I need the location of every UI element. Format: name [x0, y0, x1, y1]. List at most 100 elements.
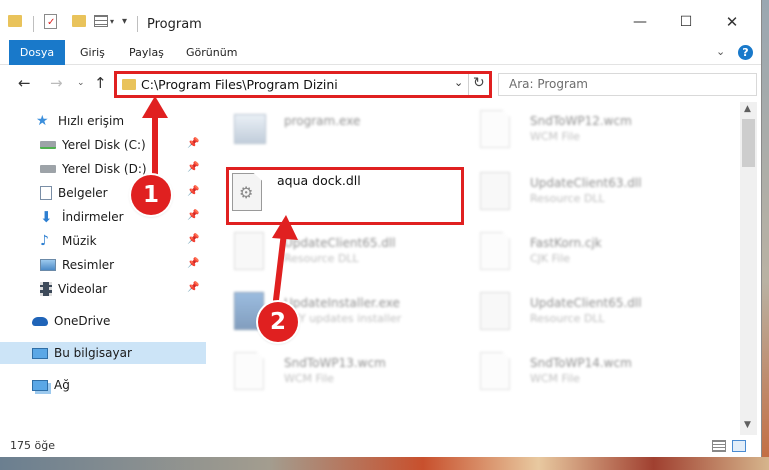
sidebar-item-downloads[interactable]: ⬇ İndirmeler 📌 [0, 206, 206, 228]
search-input[interactable]: Ara: Program [498, 73, 757, 96]
sidebar-item-music[interactable]: ♪ Müzik 📌 [0, 230, 206, 252]
cloud-icon [32, 316, 48, 326]
title-bar: ✓ ▾ ▾ Program — ☐ ✕ [0, 0, 761, 40]
file-name: UpdateClient65.dll [284, 236, 396, 250]
drive-icon [40, 165, 56, 173]
help-icon[interactable]: ? [738, 45, 753, 60]
file-type: UKY updates installer [284, 312, 402, 325]
documents-icon [40, 186, 52, 200]
file-type: WCM File [284, 372, 334, 385]
sidebar-item-quick-access[interactable]: ★ Hızlı erişim [0, 110, 206, 132]
sidebar-item-this-pc[interactable]: Bu bilgisayar [0, 342, 206, 364]
file-type: Resource DLL [530, 192, 605, 205]
sidebar-item-videos[interactable]: Videolar 📌 [0, 278, 206, 300]
pin-icon[interactable]: 📌 [187, 258, 199, 269]
view-options-icon[interactable]: ▾ [94, 12, 114, 30]
file-type: WCM File [530, 372, 580, 385]
music-icon: ♪ [40, 233, 49, 249]
sidebar-item-label: Müzik [62, 234, 97, 248]
address-path[interactable]: C:\Program Files\Program Dizini [141, 77, 338, 92]
dll-file-icon [480, 172, 510, 210]
file-type: CJK File [530, 252, 571, 265]
refresh-icon[interactable]: ↻ [473, 75, 485, 91]
file-item[interactable]: UpdateClient65.dll Resource DLL [480, 290, 720, 346]
file-item[interactable]: program.exe [234, 108, 454, 164]
pin-icon[interactable]: 📌 [187, 234, 199, 245]
file-item[interactable]: UpdateClient63.dll Resource DLL [480, 170, 720, 226]
sidebar-item-documents[interactable]: Belgeler 📌 [0, 182, 206, 204]
file-name: SndToWP12.wcm [530, 114, 632, 128]
file-item[interactable]: SndToWP13.wcm WCM File [234, 350, 454, 406]
address-bar[interactable]: C:\Program Files\Program Dizini ⌄ ↻ [114, 71, 492, 98]
properties-icon[interactable]: ✓ [44, 12, 57, 30]
file-type: Resource DLL [284, 252, 359, 265]
file-item[interactable]: UpdateClient65.dll Resource DLL [234, 230, 454, 286]
desktop-background [0, 457, 769, 470]
sidebar-item-label: Yerel Disk (D:) [62, 162, 147, 176]
scroll-up-icon[interactable]: ▲ [744, 104, 751, 114]
application-icon [234, 114, 266, 144]
tab-giris[interactable]: Giriş [80, 40, 105, 65]
file-list: program.exe UpdateClient65.dll Resource … [206, 102, 740, 435]
sidebar-item-label: Bu bilgisayar [54, 346, 132, 360]
sidebar-item-label: OneDrive [54, 314, 111, 328]
star-icon: ★ [36, 113, 49, 129]
recent-locations-icon[interactable]: ⌄ [77, 78, 85, 88]
up-arrow-icon[interactable]: ↑ [94, 74, 107, 92]
file-name: UpdateClient63.dll [530, 176, 642, 190]
sidebar-item-network[interactable]: Ağ [0, 374, 206, 396]
file-icon [480, 352, 510, 390]
quick-access-toolbar [8, 12, 22, 30]
gear-icon: ⚙ [239, 183, 254, 202]
chevron-down-icon[interactable]: ⌄ [454, 76, 463, 89]
tab-dosya[interactable]: Dosya [9, 40, 65, 65]
drive-icon [40, 141, 56, 149]
divider [468, 74, 469, 95]
forward-arrow-icon[interactable]: → [50, 74, 63, 92]
maximize-button[interactable]: ☐ [663, 10, 709, 34]
folder-icon [122, 79, 136, 90]
new-folder-icon[interactable] [72, 12, 86, 30]
large-icons-view-icon[interactable] [732, 440, 746, 452]
sidebar-item-onedrive[interactable]: OneDrive [0, 310, 206, 332]
minimize-button[interactable]: — [617, 10, 663, 34]
file-item[interactable]: SndToWP12.wcm WCM File [480, 108, 720, 164]
expand-ribbon-icon[interactable]: ⌄ [716, 45, 725, 58]
dll-file-icon: ⚙ [232, 173, 262, 211]
dll-file-icon [480, 292, 510, 330]
scroll-down-icon[interactable]: ▼ [744, 420, 751, 430]
sidebar-item-label: İndirmeler [62, 210, 124, 224]
pin-icon[interactable]: 📌 [187, 138, 199, 149]
pin-icon[interactable]: 📌 [187, 186, 199, 197]
sidebar-item-pictures[interactable]: Resimler 📌 [0, 254, 206, 276]
navigation-pane: ★ Hızlı erişim Yerel Disk (C:) 📌 Yerel D… [0, 102, 206, 435]
network-icon [32, 379, 48, 391]
download-icon: ⬇ [40, 208, 53, 226]
sidebar-item-label: Belgeler [58, 186, 108, 200]
status-bar: 175 öğe [0, 435, 761, 457]
file-item[interactable]: FastKorn.cjk CJK File [480, 230, 720, 286]
tab-paylas[interactable]: Paylaş [129, 40, 164, 65]
file-item[interactable]: SndToWP14.wcm WCM File [480, 350, 720, 406]
scrollbar-thumb[interactable] [742, 119, 755, 167]
tab-gorunum[interactable]: Görünüm [186, 40, 237, 65]
folder-icon [8, 15, 22, 27]
back-arrow-icon[interactable]: ← [18, 74, 31, 92]
highlighted-file-item[interactable]: ⚙ aqua dock.dll [226, 167, 464, 225]
navigation-bar: ← → ⌄ ↑ C:\Program Files\Program Dizini … [0, 66, 761, 102]
file-type: Resource DLL [530, 312, 605, 325]
details-view-icon[interactable] [712, 440, 726, 452]
file-name: SndToWP13.wcm [284, 356, 386, 370]
customize-toolbar-icon[interactable]: ▾ [122, 12, 127, 30]
sidebar-item-label: Videolar [58, 282, 108, 296]
close-button[interactable]: ✕ [709, 10, 755, 34]
sidebar-item-label: Ağ [54, 378, 70, 392]
pin-icon[interactable]: 📌 [187, 162, 199, 173]
ribbon-tabs: Dosya Giriş Paylaş Görünüm ⌄ ? [0, 40, 761, 65]
sidebar-item-disk-c[interactable]: Yerel Disk (C:) 📌 [0, 134, 206, 156]
pin-icon[interactable]: 📌 [187, 282, 199, 293]
pin-icon[interactable]: 📌 [187, 210, 199, 221]
sidebar-item-disk-d[interactable]: Yerel Disk (D:) 📌 [0, 158, 206, 180]
computer-icon [32, 347, 48, 359]
vertical-scrollbar[interactable]: ▲ ▼ [740, 102, 757, 435]
